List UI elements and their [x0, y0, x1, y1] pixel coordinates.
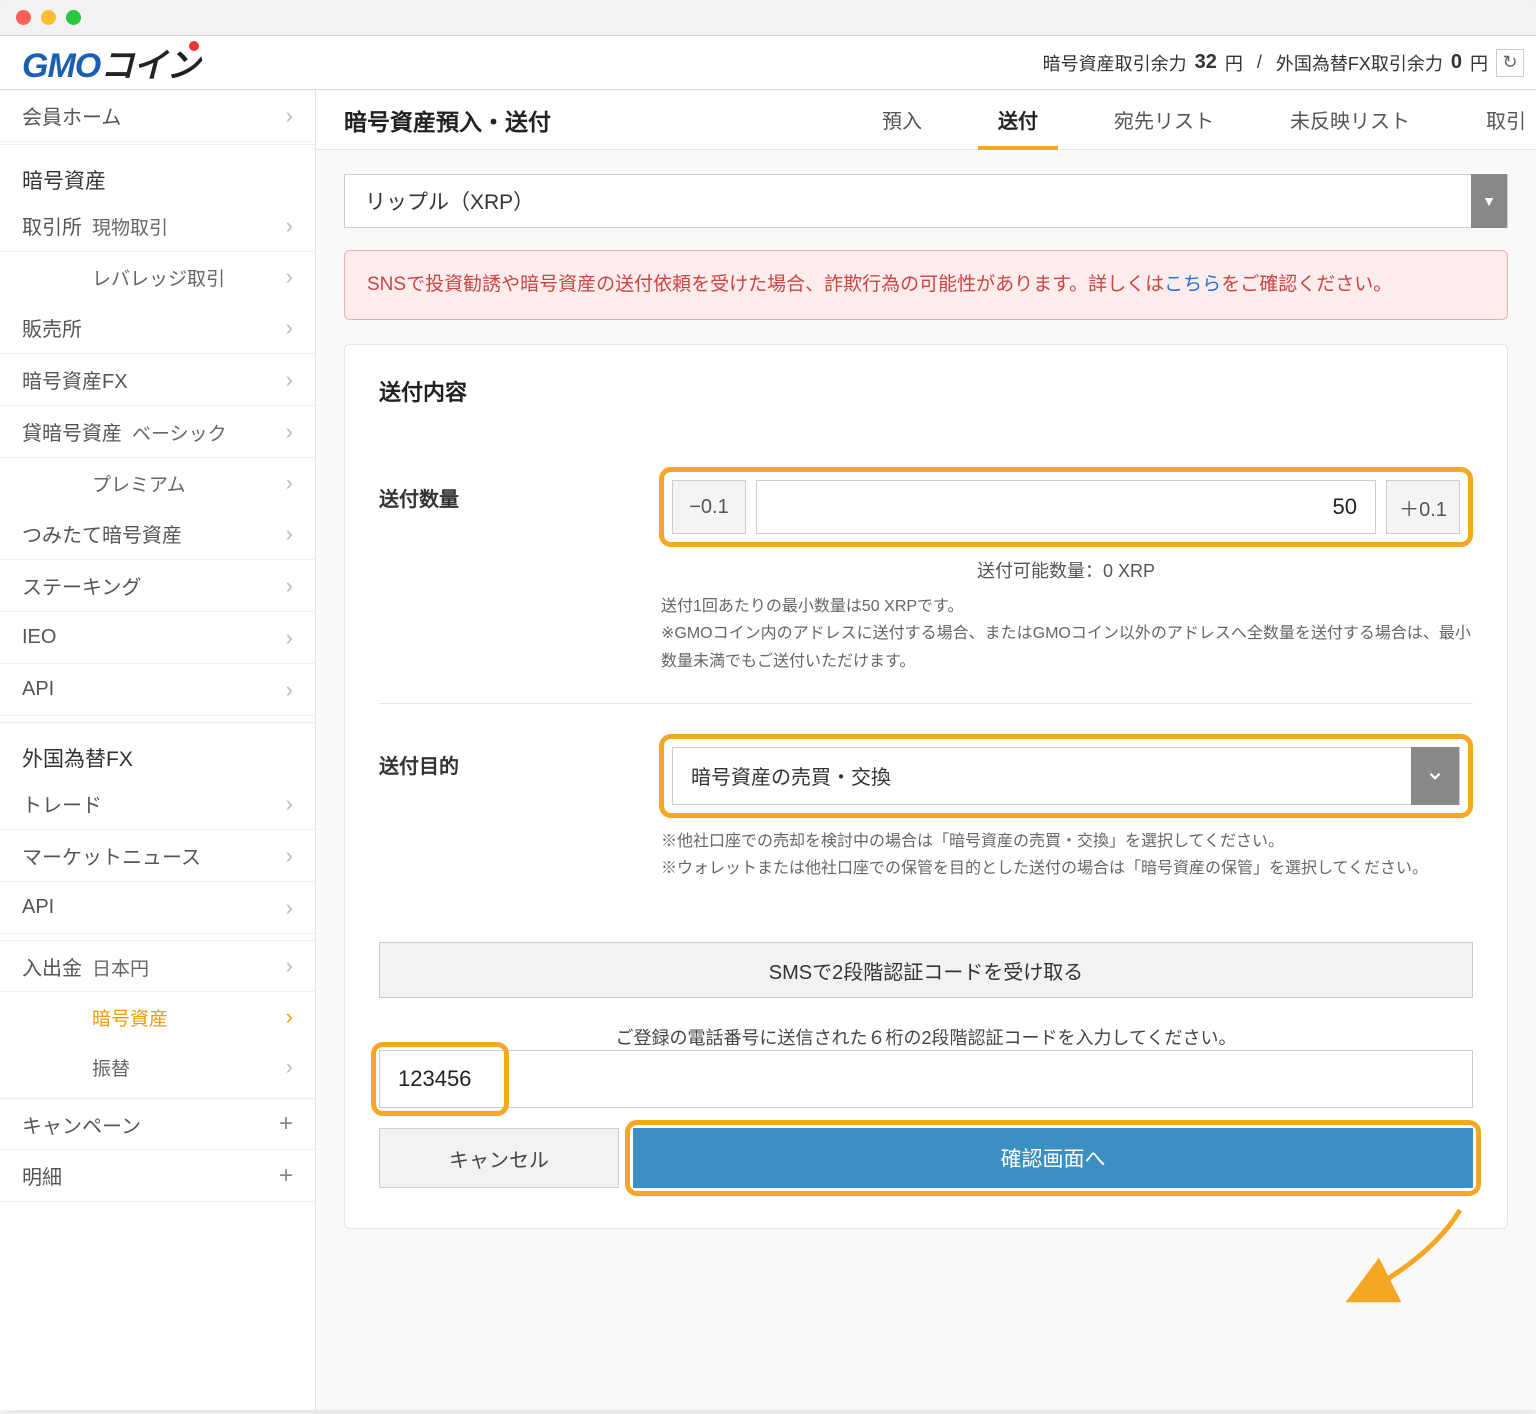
crypto-asset-selected: リップル（XRP） — [365, 186, 534, 216]
chevron-right-icon: › — [286, 213, 293, 239]
chevron-right-icon: › — [286, 677, 293, 703]
sidebar-detail[interactable]: 明細 + — [0, 1150, 315, 1202]
quantity-help: 送付1回あたりの最小数量は50 XRPです。 ※GMOコイン内のアドレスに送付す… — [659, 593, 1473, 675]
sidebar-exchange-leverage[interactable]: レバレッジ取引 › — [0, 252, 315, 302]
sidebar-tsumitate[interactable]: つみたて暗号資産 › — [0, 508, 315, 560]
quantity-highlight: −0.1 ＋0.1 — [659, 467, 1473, 547]
purpose-label: 送付目的 — [379, 734, 659, 779]
window-maximize-icon[interactable] — [66, 10, 81, 25]
sidebar-market-news[interactable]: マーケットニュース › — [0, 830, 315, 882]
chevron-down-icon — [1411, 747, 1459, 805]
confirm-button[interactable]: 確認画面へ — [633, 1128, 1473, 1188]
fx-balance-label: 外国為替FX取引余力 — [1276, 50, 1443, 76]
fx-balance-value: 0 — [1451, 51, 1462, 74]
crypto-balance-value: 32 — [1195, 51, 1217, 74]
window-close-icon[interactable] — [16, 10, 31, 25]
sidebar-cat-crypto-label: 暗号資産 — [22, 165, 106, 195]
balance-separator: / — [1257, 52, 1262, 73]
request-sms-code-button[interactable]: SMSで2段階認証コードを受け取る — [379, 942, 1473, 998]
auth-instruction: ご登録の電話番号に送信された６桁の2段階認証コードを入力してください。 — [379, 1024, 1473, 1050]
chevron-right-icon: › — [286, 1004, 293, 1030]
crypto-balance-unit: 円 — [1225, 50, 1243, 76]
tab-trade[interactable]: 取引 — [1448, 90, 1536, 149]
tab-send[interactable]: 送付 — [960, 90, 1076, 149]
sidebar-crypto-fx[interactable]: 暗号資産FX › — [0, 354, 315, 406]
window-minimize-icon[interactable] — [41, 10, 56, 25]
crypto-balance-label: 暗号資産取引余力 — [1043, 50, 1187, 76]
quantity-label: 送付数量 — [379, 467, 659, 512]
divider — [379, 703, 1473, 704]
chevron-right-icon: › — [286, 103, 293, 129]
app-header: GMOコイン 暗号資産取引余力 32 円 / 外国為替FX取引余力 0 円 ↻ — [0, 36, 1536, 90]
page-title: 暗号資産預入・送付 — [344, 103, 551, 137]
sidebar-ieo[interactable]: IEO › — [0, 612, 315, 664]
sidebar-sales[interactable]: 販売所 › — [0, 302, 315, 354]
sidebar-lending-premium[interactable]: プレミアム › — [0, 458, 315, 508]
fraud-warning: SNSで投資勧誘や暗号資産の送付依頼を受けた場合、詐欺行為の可能性があります。詳… — [344, 250, 1508, 320]
chevron-right-icon: › — [286, 1054, 293, 1080]
dropdown-icon: ▼ — [1471, 174, 1507, 228]
chevron-right-icon: › — [286, 419, 293, 445]
chevron-right-icon: › — [286, 264, 293, 290]
fx-balance-unit: 円 — [1470, 50, 1488, 76]
sidebar-transfer[interactable]: 振替 › — [0, 1042, 315, 1092]
chevron-right-icon: › — [286, 953, 293, 979]
purpose-highlight: 暗号資産の売買・交換 — [659, 734, 1473, 818]
quantity-input[interactable] — [756, 480, 1376, 534]
purpose-selected: 暗号資産の売買・交換 — [673, 761, 891, 790]
sidebar: 会員ホーム › 暗号資産 取引所現物取引 › レバレッジ取引 › 販売所 › 暗… — [0, 90, 316, 1410]
plus-icon: + — [279, 1110, 293, 1138]
panel-title: 送付内容 — [379, 375, 1473, 407]
sidebar-home-label: 会員ホーム — [22, 101, 121, 130]
sidebar-deposit-crypto[interactable]: 暗号資産 › — [0, 992, 315, 1042]
sidebar-api-forex[interactable]: API › — [0, 882, 315, 934]
chevron-right-icon: › — [286, 315, 293, 341]
available-quantity: 送付可能数量：0 XRP — [659, 557, 1473, 583]
chevron-right-icon: › — [286, 470, 293, 496]
tab-deposit[interactable]: 預入 — [844, 90, 960, 149]
sidebar-lending-basic[interactable]: 貸暗号資産ベーシック › — [0, 406, 315, 458]
sidebar-exchange-spot[interactable]: 取引所現物取引 › — [0, 200, 315, 252]
chevron-right-icon: › — [286, 625, 293, 651]
quantity-plus-button[interactable]: ＋0.1 — [1386, 480, 1460, 534]
sidebar-cat-forex: 外国為替FX — [0, 722, 315, 778]
purpose-help: ※他社口座での売却を検討中の場合は「暗号資産の売買・交換」を選択してください。 … — [659, 828, 1473, 882]
purpose-select[interactable]: 暗号資産の売買・交換 — [672, 747, 1460, 805]
auth-code-input[interactable] — [379, 1050, 1473, 1108]
chevron-right-icon: › — [286, 367, 293, 393]
quantity-minus-button[interactable]: −0.1 — [672, 480, 746, 534]
chevron-right-icon: › — [286, 521, 293, 547]
chevron-right-icon: › — [286, 895, 293, 921]
tab-pending-list[interactable]: 未反映リスト — [1252, 90, 1448, 149]
plus-icon: + — [279, 1162, 293, 1190]
refresh-button[interactable]: ↻ — [1496, 49, 1524, 77]
crypto-asset-select[interactable]: リップル（XRP） ▼ — [344, 174, 1508, 228]
warning-link[interactable]: こちら — [1164, 274, 1221, 295]
main-content: 暗号資産預入・送付 預入 送付 宛先リスト 未反映リスト 取引 リップル（XRP… — [316, 90, 1536, 1410]
cancel-button[interactable]: キャンセル — [379, 1128, 619, 1188]
send-form-panel: 送付内容 送付数量 −0.1 ＋0.1 送付可能数量：0 X — [344, 344, 1508, 1229]
chevron-right-icon: › — [286, 791, 293, 817]
sidebar-deposit-jpy[interactable]: 入出金日本円 › — [0, 940, 315, 992]
sidebar-staking[interactable]: ステーキング › — [0, 560, 315, 612]
chevron-right-icon: › — [286, 843, 293, 869]
chevron-right-icon: › — [286, 573, 293, 599]
window-titlebar — [0, 0, 1536, 36]
sidebar-trade[interactable]: トレード › — [0, 778, 315, 830]
gmo-coin-logo[interactable]: GMOコイン — [22, 38, 199, 87]
sidebar-home[interactable]: 会員ホーム › — [0, 90, 315, 142]
sidebar-cat-crypto: 暗号資産 — [0, 144, 315, 200]
sidebar-api-crypto[interactable]: API › — [0, 664, 315, 716]
sidebar-campaign[interactable]: キャンペーン + — [0, 1098, 315, 1150]
tab-address-list[interactable]: 宛先リスト — [1076, 90, 1252, 149]
